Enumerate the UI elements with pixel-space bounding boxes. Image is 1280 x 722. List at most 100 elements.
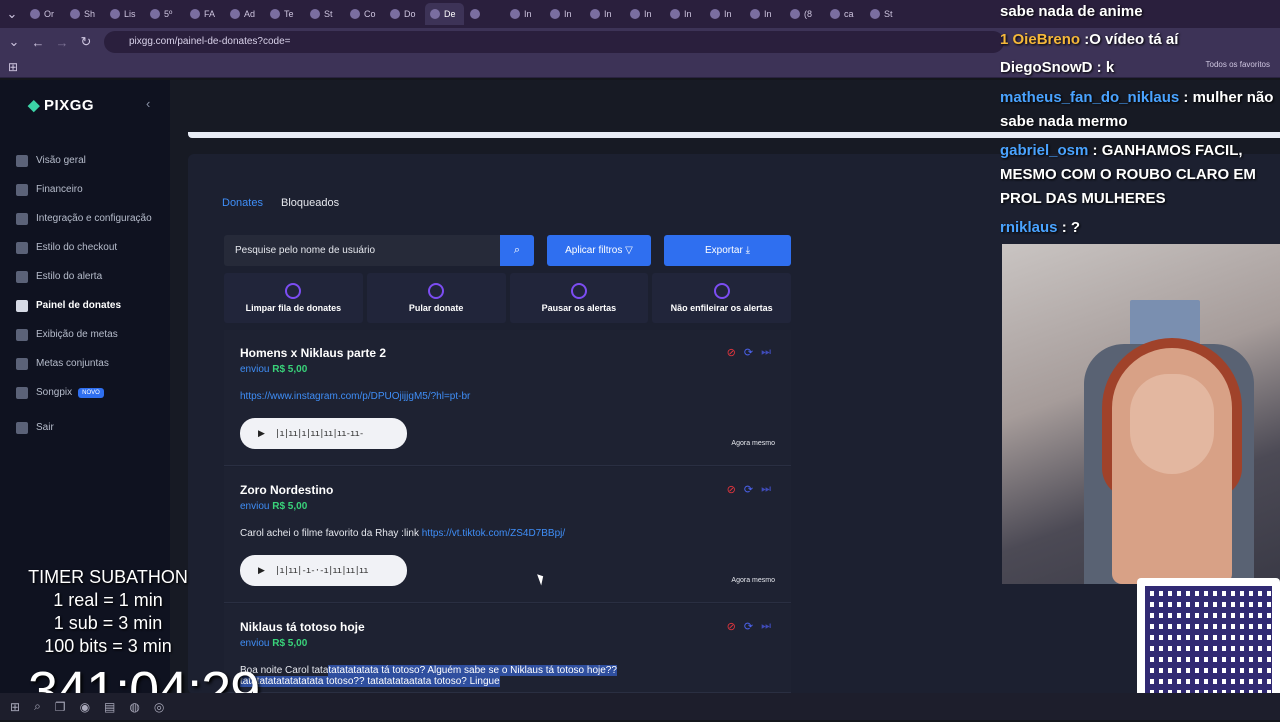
browser-tab[interactable]: In bbox=[625, 3, 664, 25]
back-icon[interactable]: ← bbox=[26, 30, 50, 54]
sidebar-item-metas-conjuntas[interactable]: Metas conjuntas bbox=[0, 349, 170, 378]
replay-icon[interactable]: ⟳ bbox=[744, 620, 753, 633]
pixgg-logo[interactable]: ◆ PIXGG bbox=[28, 96, 94, 114]
queue-action-button[interactable]: Não enfileirar os alertas bbox=[652, 273, 791, 323]
tab-favicon-icon bbox=[150, 9, 160, 19]
message-link[interactable]: https://vt.tiktok.com/ZS4D7BBpj/ bbox=[422, 528, 565, 539]
sidebar-item-integra-o-e-configura-o[interactable]: Integração e configuração bbox=[0, 204, 170, 233]
browser-tab[interactable]: FA bbox=[185, 3, 224, 25]
browser-tab[interactable]: Sh bbox=[65, 3, 104, 25]
skip-icon[interactable]: ⏭ bbox=[761, 483, 771, 496]
export-button[interactable]: Exportar ⤓ bbox=[664, 235, 791, 266]
audio-player[interactable]: ▶ |ı|ıı|-ı-·-ı|ıı|ıı|ıı bbox=[240, 555, 407, 586]
tab-list-icon[interactable]: ⌄ bbox=[0, 2, 24, 26]
tab-favicon-icon bbox=[830, 9, 840, 19]
task-view-icon[interactable]: ❐ bbox=[55, 700, 66, 714]
queue-action-button[interactable]: Limpar fila de donates bbox=[224, 273, 363, 323]
collapse-sidebar-icon[interactable]: ‹ bbox=[146, 96, 150, 111]
sidebar-nav: Visão geral Financeiro Integração e config… bbox=[0, 146, 170, 442]
sidebar-item-vis-o-geral[interactable]: Visão geral bbox=[0, 146, 170, 175]
home-icon bbox=[16, 154, 28, 167]
palette-icon bbox=[16, 241, 28, 254]
skip-icon[interactable]: ⏭ bbox=[761, 620, 771, 633]
donation-time: Agora mesmo bbox=[731, 440, 775, 447]
search-button[interactable]: ⌕ bbox=[500, 235, 534, 266]
browser-tab[interactable]: Do bbox=[385, 3, 424, 25]
chat-badge: 1 bbox=[1000, 31, 1009, 48]
donation-message: Carol achei o filme favorito da Rhay :li… bbox=[240, 528, 565, 539]
browser-tab[interactable]: In bbox=[505, 3, 544, 25]
browser-tab[interactable]: Lis bbox=[105, 3, 144, 25]
obs-icon[interactable]: ◎ bbox=[154, 700, 164, 714]
play-icon[interactable]: ▶ bbox=[258, 428, 265, 439]
browser-tab[interactable]: Te bbox=[265, 3, 304, 25]
tab-label: In bbox=[684, 9, 692, 19]
chat-username: DiegoSnowD bbox=[1000, 59, 1093, 76]
browser-tab[interactable]: In bbox=[665, 3, 704, 25]
donation-controls: ⊘ ⟳ ⏭ bbox=[727, 483, 771, 496]
tab-donates[interactable]: Donates bbox=[222, 194, 281, 212]
browser-tab[interactable]: St bbox=[305, 3, 344, 25]
tab-label: Lis bbox=[124, 9, 136, 19]
search-input[interactable]: Pesquise pelo nome de usuário bbox=[224, 235, 500, 266]
browser-tab[interactable]: 5º bbox=[145, 3, 184, 25]
browser-tab[interactable]: St bbox=[865, 3, 904, 25]
block-icon[interactable]: ⊘ bbox=[727, 346, 736, 359]
tab-bloqueados[interactable]: Bloqueados bbox=[281, 194, 357, 212]
search-taskbar-icon[interactable]: ⌕ bbox=[34, 699, 41, 714]
block-icon[interactable]: ⊘ bbox=[727, 620, 736, 633]
forward-icon[interactable]: → bbox=[50, 30, 74, 54]
message-link[interactable]: https://www.instagram.com/p/DPUOjijjgM5/… bbox=[240, 391, 470, 402]
browser-tab[interactable]: Co bbox=[345, 3, 384, 25]
sidebar-item-painel-de-donates[interactable]: Painel de donates bbox=[0, 291, 170, 320]
replay-icon[interactable]: ⟳ bbox=[744, 483, 753, 496]
apps-grid-icon[interactable]: ⊞ bbox=[8, 60, 18, 74]
chrome-icon[interactable]: ◉ bbox=[80, 700, 90, 714]
tab-label: Do bbox=[404, 9, 416, 19]
tab-label: In bbox=[724, 9, 732, 19]
sidebar-item-exibi-o-de-metas[interactable]: Exibição de metas bbox=[0, 320, 170, 349]
reload-icon[interactable]: ↻ bbox=[74, 30, 98, 54]
donation-title: Zoro Nordestino bbox=[240, 483, 334, 497]
skip-icon[interactable]: ⏭ bbox=[761, 346, 771, 359]
tab-favicon-icon bbox=[710, 9, 720, 19]
webcam-feed bbox=[1002, 244, 1280, 584]
queue-action-button[interactable]: Pausar os alertas bbox=[509, 273, 649, 323]
browser-tab[interactable]: In bbox=[705, 3, 744, 25]
windows-start-icon[interactable]: ⊞ bbox=[10, 700, 20, 714]
browser-tab[interactable]: In bbox=[745, 3, 784, 25]
tab-favicon-icon bbox=[870, 9, 880, 19]
play-icon[interactable]: ▶ bbox=[258, 565, 265, 576]
tab-favicon-icon bbox=[590, 9, 600, 19]
apply-filters-button[interactable]: Aplicar filtros ▽ bbox=[547, 235, 651, 266]
app-icon[interactable]: ◍ bbox=[129, 700, 139, 714]
tab-favicon-icon bbox=[190, 9, 200, 19]
url-field[interactable]: pixgg.com/painel-de-donates?code= bbox=[104, 31, 1004, 53]
browser-tab[interactable]: De bbox=[425, 3, 464, 25]
tab-favicon-icon bbox=[390, 9, 400, 19]
browser-tab[interactable]: (8 bbox=[785, 3, 824, 25]
audio-player[interactable]: ▶ |ı|ıı|ı|ıı|ıı|ıı-ıı- bbox=[240, 418, 407, 449]
browser-tab[interactable]: Ad bbox=[225, 3, 264, 25]
sidebar-item-sair[interactable]: Sair bbox=[0, 413, 170, 442]
browser-tab[interactable]: In bbox=[545, 3, 584, 25]
replay-icon[interactable]: ⟳ bbox=[744, 346, 753, 359]
chat-username: gabriel_osm bbox=[1000, 142, 1089, 159]
chat-username: OieBreno bbox=[1012, 31, 1081, 48]
sidebar-item-songpix[interactable]: Songpix NOVO bbox=[0, 378, 170, 407]
donation-amount: R$ 5,00 bbox=[272, 501, 308, 512]
tab-favicon-icon bbox=[470, 9, 480, 19]
browser-tab[interactable] bbox=[465, 3, 504, 25]
sidebar-item-estilo-do-alerta[interactable]: Estilo do alerta bbox=[0, 262, 170, 291]
browser-tab[interactable]: In bbox=[585, 3, 624, 25]
tab-search-icon[interactable]: ⌄ bbox=[2, 30, 26, 54]
tab-label: Sh bbox=[84, 9, 96, 19]
sidebar-item-financeiro[interactable]: Financeiro bbox=[0, 175, 170, 204]
sidebar-item-estilo-do-checkout[interactable]: Estilo do checkout bbox=[0, 233, 170, 262]
folder-icon[interactable]: ▤ bbox=[104, 700, 115, 714]
browser-tab[interactable]: Or bbox=[25, 3, 64, 25]
block-icon[interactable]: ⊘ bbox=[727, 483, 736, 496]
browser-tab[interactable]: ca bbox=[825, 3, 864, 25]
timer-line: 1 sub = 3 min bbox=[53, 613, 163, 633]
queue-action-button[interactable]: Pular donate bbox=[366, 273, 506, 323]
